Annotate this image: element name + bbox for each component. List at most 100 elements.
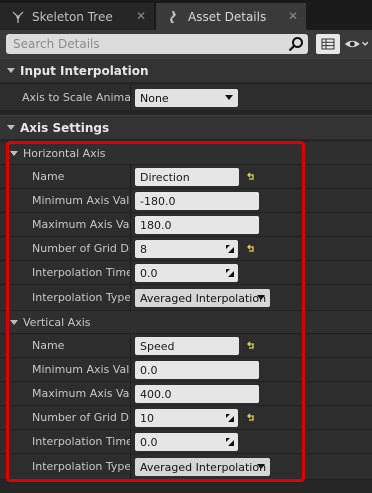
field-value: -180.0 <box>140 194 176 208</box>
property-matrix-button[interactable] <box>316 34 340 54</box>
property-label: Number of Grid Divi <box>32 411 130 424</box>
interpolation-type-dropdown[interactable]: Averaged Interpolation <box>135 289 270 307</box>
collapse-arrow-icon <box>7 68 15 73</box>
column-divider[interactable] <box>130 382 131 405</box>
column-divider[interactable] <box>130 454 131 479</box>
reset-to-default-icon[interactable] <box>246 244 256 254</box>
tab-asset-details[interactable]: Asset Details ✕ <box>156 3 306 30</box>
property-row-interpolation-type: Interpolation Type Averaged Interpolatio… <box>0 285 372 311</box>
search-placeholder: Search Details <box>13 37 100 51</box>
property-label: Name <box>32 170 65 183</box>
reset-to-default-icon[interactable] <box>246 341 256 351</box>
field-value: 0.0 <box>140 363 158 377</box>
reset-to-default-icon[interactable] <box>246 413 256 423</box>
field-value: Speed <box>140 339 175 353</box>
close-tab-icon[interactable]: ✕ <box>136 9 146 23</box>
drag-spin-icon[interactable] <box>225 437 235 447</box>
drag-spin-icon[interactable] <box>225 244 235 254</box>
column-divider[interactable] <box>130 189 131 212</box>
dropdown-value: Averaged Interpolation <box>140 460 267 474</box>
property-row-name: Name Speed <box>0 334 372 358</box>
tab-bar: Skeleton Tree ✕ Asset Details ✕ <box>0 0 372 30</box>
subcategory-title: Horizontal Axis <box>23 146 106 160</box>
category-input-interpolation[interactable]: Input Interpolation <box>0 58 372 82</box>
property-row-axis-to-scale: Axis to Scale Animati None <box>0 85 372 111</box>
column-divider[interactable] <box>130 165 131 188</box>
drag-spin-icon[interactable] <box>225 413 235 423</box>
property-row-interpolation-type: Interpolation Type Averaged Interpolatio… <box>0 454 372 480</box>
field-value: Direction <box>140 170 190 184</box>
property-row-max-axis-value: Maximum Axis Val 180.0 <box>0 213 372 237</box>
property-row-interpolation-time: Interpolation Time 0.0 <box>0 261 372 285</box>
grid-icon <box>321 38 335 50</box>
property-row-min-axis-value: Minimum Axis Valu -180.0 <box>0 189 372 213</box>
field-value: 0.0 <box>140 435 158 449</box>
field-value: 8 <box>140 242 147 256</box>
column-divider[interactable] <box>130 237 131 260</box>
subcategory-title: Vertical Axis <box>23 315 91 329</box>
collapse-arrow-icon <box>7 125 15 130</box>
tab-skeleton-tree[interactable]: Skeleton Tree ✕ <box>0 3 154 30</box>
details-toolbar: Search Details <box>0 30 372 58</box>
search-icon[interactable] <box>288 36 304 52</box>
grid-divisions-spinbox[interactable]: 8 <box>135 240 238 258</box>
property-label: Number of Grid Divi <box>32 242 130 255</box>
asset-details-icon <box>166 9 182 25</box>
column-divider[interactable] <box>130 261 131 284</box>
column-divider[interactable] <box>130 213 131 236</box>
interpolation-time-spinbox[interactable]: 0.0 <box>135 433 238 451</box>
drag-spin-icon[interactable] <box>225 268 235 278</box>
close-tab-icon[interactable]: ✕ <box>288 9 298 23</box>
column-divider[interactable] <box>130 85 131 110</box>
category-axis-settings[interactable]: Axis Settings <box>0 115 372 139</box>
max-axis-value-field[interactable]: 400.0 <box>135 385 259 403</box>
property-row-min-axis-value: Minimum Axis Valu 0.0 <box>0 358 372 382</box>
subcategory-horizontal-axis[interactable]: Horizontal Axis <box>0 142 372 165</box>
property-label: Maximum Axis Val <box>32 387 130 400</box>
min-axis-value-field[interactable]: -180.0 <box>135 192 259 210</box>
category-title: Input Interpolation <box>20 63 149 78</box>
property-label: Interpolation Time <box>32 435 130 448</box>
details-panel: Input Interpolation Axis to Scale Animat… <box>0 58 372 493</box>
property-label: Interpolation Type <box>32 460 130 473</box>
property-row-interpolation-time: Interpolation Time 0.0 <box>0 430 372 454</box>
column-divider[interactable] <box>130 334 131 357</box>
field-value: 0.0 <box>140 266 158 280</box>
dropdown-arrow-icon <box>225 95 233 100</box>
skeleton-tree-icon <box>10 9 26 25</box>
reset-to-default-icon[interactable] <box>246 172 256 182</box>
field-value: 400.0 <box>140 387 172 401</box>
max-axis-value-field[interactable]: 180.0 <box>135 216 259 234</box>
eye-icon <box>344 40 368 48</box>
dropdown-value: None <box>140 91 169 105</box>
column-divider[interactable] <box>130 406 131 429</box>
axis-to-scale-dropdown[interactable]: None <box>135 89 238 107</box>
column-divider[interactable] <box>130 430 131 453</box>
collapse-arrow-icon <box>10 150 18 156</box>
min-axis-value-field[interactable]: 0.0 <box>135 361 259 379</box>
property-label: Minimum Axis Valu <box>32 363 130 376</box>
column-divider[interactable] <box>130 285 131 310</box>
dropdown-arrow-icon <box>257 295 265 300</box>
grid-divisions-spinbox[interactable]: 10 <box>135 409 238 427</box>
field-value: 180.0 <box>140 218 172 232</box>
property-label: Interpolation Type <box>32 291 130 304</box>
dropdown-value: Averaged Interpolation <box>140 291 267 305</box>
dropdown-arrow-icon <box>257 464 265 469</box>
name-field[interactable]: Speed <box>135 337 239 355</box>
property-row-max-axis-value: Maximum Axis Val 400.0 <box>0 382 372 406</box>
name-field[interactable]: Direction <box>135 168 239 186</box>
category-title: Axis Settings <box>20 120 110 135</box>
property-row-grid-divisions: Number of Grid Divi 10 <box>0 406 372 430</box>
subcategory-vertical-axis[interactable]: Vertical Axis <box>0 311 372 334</box>
column-divider[interactable] <box>130 358 131 381</box>
property-label: Interpolation Time <box>32 266 130 279</box>
property-row-grid-divisions: Number of Grid Divi 8 <box>0 237 372 261</box>
view-options-button[interactable] <box>344 34 368 54</box>
field-value: 10 <box>140 411 154 425</box>
interpolation-type-dropdown[interactable]: Averaged Interpolation <box>135 458 270 476</box>
collapse-arrow-icon <box>10 319 18 325</box>
interpolation-time-spinbox[interactable]: 0.0 <box>135 264 238 282</box>
property-label: Maximum Axis Val <box>32 218 130 231</box>
search-details-input[interactable]: Search Details <box>6 34 308 54</box>
